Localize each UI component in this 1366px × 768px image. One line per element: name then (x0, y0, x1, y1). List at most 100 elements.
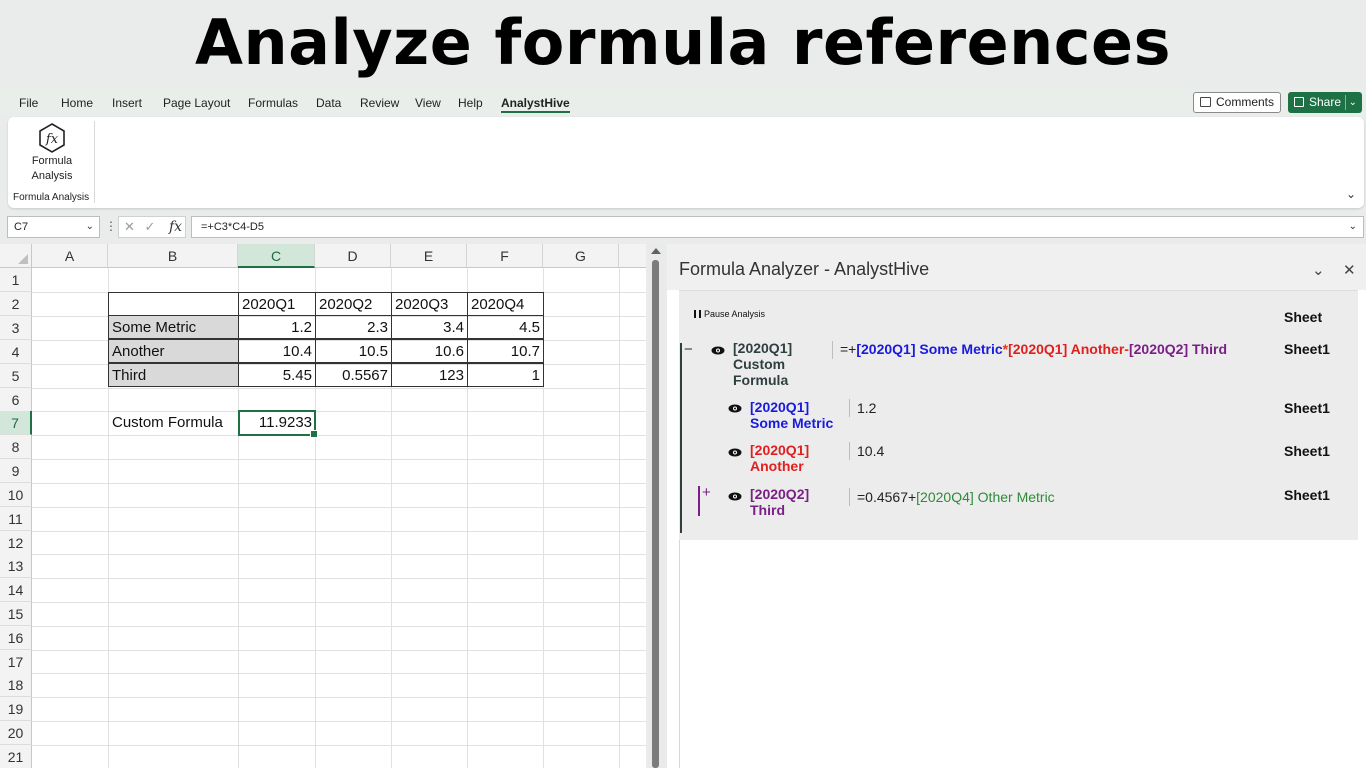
chevron-down-icon[interactable]: ⌄ (1349, 92, 1357, 113)
comments-label: Comments (1216, 95, 1275, 109)
menu-home[interactable]: Home (61, 96, 93, 110)
pane-options-icon[interactable]: ⌄ (1312, 261, 1325, 279)
row-header[interactable]: 12 (0, 531, 32, 555)
confirm-icon[interactable]: ✓ (145, 219, 156, 234)
scrollbar-thumb[interactable] (652, 260, 659, 768)
row-header[interactable]: 8 (0, 435, 32, 459)
comment-icon (1200, 97, 1211, 107)
cell-f5[interactable]: 1 (467, 363, 544, 387)
row-header[interactable]: 17 (0, 650, 32, 674)
cell-d5[interactable]: 0.5567 (315, 363, 392, 387)
root-sheet: Sheet1 (1284, 341, 1330, 357)
pause-icon (694, 310, 701, 318)
column-header-c[interactable]: C (238, 244, 315, 268)
menu-file[interactable]: File (19, 96, 38, 110)
eye-icon[interactable] (728, 404, 742, 413)
cell-e3[interactable]: 3.4 (391, 315, 468, 339)
row-header[interactable]: 14 (0, 578, 32, 602)
name-box[interactable]: C7 ⌄ (7, 216, 100, 238)
row-header[interactable]: 16 (0, 626, 32, 650)
child-sheet: Sheet1 (1284, 487, 1330, 503)
row-header[interactable]: 9 (0, 459, 32, 483)
row-header[interactable]: 2 (0, 292, 32, 316)
eye-icon[interactable] (711, 346, 725, 355)
row-header[interactable]: 19 (0, 697, 32, 721)
column-header-d[interactable]: D (315, 244, 391, 268)
row-header[interactable]: 15 (0, 602, 32, 626)
pause-analysis-button[interactable]: Pause Analysis (694, 309, 765, 319)
column-header-f[interactable]: F (467, 244, 543, 268)
column-header-a[interactable]: A (32, 244, 108, 268)
menu-insert[interactable]: Insert (112, 96, 142, 110)
formula-bar-controls: ✕ ✓ fx (118, 216, 186, 238)
expand-toggle[interactable]: + (702, 484, 711, 501)
menu-review[interactable]: Review (360, 96, 399, 110)
cell-b3[interactable]: Some Metric (108, 315, 239, 339)
eye-icon[interactable] (728, 448, 742, 457)
excel-window: Analyze formula references File Home Ins… (0, 0, 1366, 768)
vertical-scrollbar[interactable] (648, 244, 664, 768)
spreadsheet-grid[interactable]: A B C D E F G 1 2 3 4 5 6 7 8 9 10 11 12… (0, 244, 646, 768)
row-header[interactable]: 13 (0, 554, 32, 578)
cell-d3[interactable]: 2.3 (315, 315, 392, 339)
analysis-tree: Pause Analysis Sheet − [2020Q1] Custom F… (679, 290, 1358, 540)
formula-analysis-button[interactable]: fx Formula Analysis (22, 122, 82, 192)
column-header-g[interactable]: G (543, 244, 619, 268)
expand-formula-icon[interactable]: ⌄ (1349, 217, 1357, 237)
menu-data[interactable]: Data (316, 96, 341, 110)
menu-view[interactable]: View (415, 96, 441, 110)
cell-c2[interactable]: 2020Q1 (238, 292, 316, 316)
cell-f2[interactable]: 2020Q4 (467, 292, 544, 316)
menu-formulas[interactable]: Formulas (248, 96, 298, 110)
name-box-value: C7 (14, 221, 29, 233)
cell-b5[interactable]: Third (108, 363, 239, 387)
row-header[interactable]: 21 (0, 745, 32, 768)
child-node-another[interactable]: [2020Q1] Another (750, 442, 809, 474)
child-node-third[interactable]: [2020Q2] Third (750, 486, 809, 518)
menu-analysthive[interactable]: AnalystHive (501, 96, 570, 113)
select-all-corner[interactable] (0, 244, 32, 268)
share-button[interactable]: Share ⌄ (1288, 92, 1362, 113)
ribbon-collapse-icon[interactable]: ⌄ (1346, 187, 1356, 201)
cell-c5[interactable]: 5.45 (238, 363, 316, 387)
cancel-icon[interactable]: ✕ (124, 219, 135, 234)
column-header-h[interactable] (619, 244, 646, 268)
cell-d2[interactable]: 2020Q2 (315, 292, 392, 316)
cell-e4[interactable]: 10.6 (391, 339, 468, 363)
row-header[interactable]: 11 (0, 507, 32, 531)
row-header[interactable]: 6 (0, 388, 32, 412)
row-header[interactable]: 10 (0, 483, 32, 507)
cell-b2[interactable] (108, 292, 239, 316)
menu-page-layout[interactable]: Page Layout (163, 96, 230, 110)
cell-d4[interactable]: 10.5 (315, 339, 392, 363)
chevron-down-icon[interactable]: ⌄ (86, 217, 94, 237)
more-options-icon[interactable]: ⋮ (105, 219, 117, 233)
cell-b4[interactable]: Another (108, 339, 239, 363)
row-header[interactable]: 1 (0, 268, 32, 292)
row-header[interactable]: 20 (0, 721, 32, 745)
row-header[interactable]: 18 (0, 673, 32, 697)
column-header-e[interactable]: E (391, 244, 467, 268)
row-header[interactable]: 3 (0, 316, 32, 340)
cell-f4[interactable]: 10.7 (467, 339, 544, 363)
column-header-b[interactable]: B (108, 244, 238, 268)
eye-icon[interactable] (728, 492, 742, 501)
scroll-up-icon[interactable] (651, 248, 661, 254)
root-node-label[interactable]: [2020Q1] Custom Formula (733, 340, 792, 388)
row-header[interactable]: 5 (0, 364, 32, 388)
cell-f3[interactable]: 4.5 (467, 315, 544, 339)
cell-b7[interactable]: Custom Formula (109, 411, 238, 435)
menu-help[interactable]: Help (458, 96, 483, 110)
row-header[interactable]: 7 (0, 411, 32, 435)
comments-button[interactable]: Comments (1193, 92, 1281, 113)
cell-e5[interactable]: 123 (391, 363, 468, 387)
row-header[interactable]: 4 (0, 340, 32, 364)
close-icon[interactable]: ✕ (1343, 261, 1356, 279)
cell-c4[interactable]: 10.4 (238, 339, 316, 363)
formula-input[interactable]: =+C3*C4-D5 ⌄ (191, 216, 1364, 238)
cell-e2[interactable]: 2020Q3 (391, 292, 468, 316)
collapse-toggle[interactable]: − (684, 341, 693, 358)
child-node-some-metric[interactable]: [2020Q1] Some Metric (750, 399, 833, 431)
insert-function-icon[interactable]: fx (169, 217, 182, 237)
cell-c3[interactable]: 1.2 (238, 315, 316, 339)
